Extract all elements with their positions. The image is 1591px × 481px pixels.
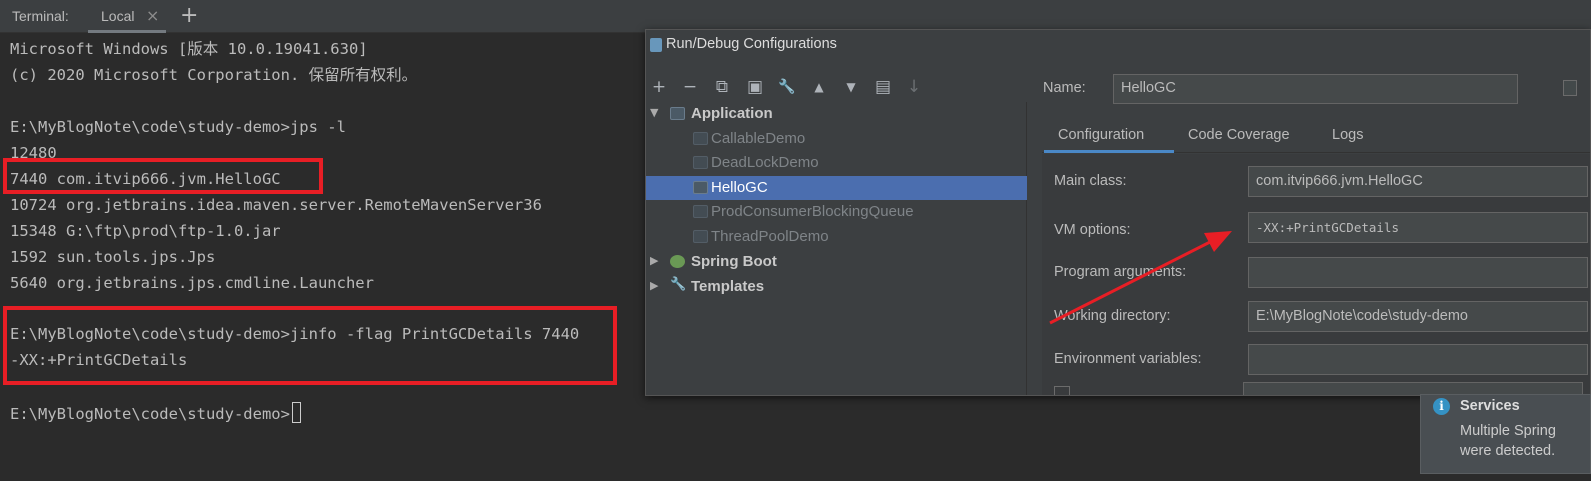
tree-item[interactable]: CallableDemo — [646, 127, 1027, 151]
config-toolbar: + − ⧉ ▣ 🔧 ▲ ▼ ▤ ↓ — [646, 72, 1026, 102]
folder-icon[interactable]: ▤ — [871, 75, 895, 99]
terminal-line: 1592 sun.tools.jps.Jps — [10, 248, 216, 266]
copy-icon[interactable]: ⧉ — [710, 75, 734, 99]
application-icon — [693, 156, 708, 169]
dialog-title: Run/Debug Configurations — [666, 36, 837, 52]
tab-code-coverage[interactable]: Code Coverage — [1188, 118, 1290, 153]
add-terminal-button[interactable]: + — [180, 3, 198, 28]
text-cursor — [291, 402, 301, 423]
close-icon[interactable]: × — [146, 6, 159, 25]
tree-item-label: ThreadPoolDemo — [711, 228, 829, 245]
application-icon — [693, 205, 708, 218]
tree-item-label: HelloGC — [711, 179, 768, 196]
application-icon — [693, 181, 708, 194]
terminal-prompt: E:\MyBlogNote\code\study-demo> — [10, 402, 301, 424]
move-up-icon[interactable]: ▲ — [807, 75, 831, 99]
info-icon: i — [1433, 398, 1450, 415]
move-down-icon[interactable]: ▼ — [839, 75, 863, 99]
notification-title: Services — [1460, 398, 1520, 414]
notification-body: Multiple Spring — [1460, 423, 1556, 439]
terminal-line: (c) 2020 Microsoft Corporation. 保留所有权利。 — [10, 66, 418, 84]
notification-body: were detected. — [1460, 443, 1556, 459]
run-config-icon — [650, 38, 662, 52]
add-icon[interactable]: + — [647, 75, 671, 99]
remove-icon[interactable]: − — [678, 75, 702, 99]
terminal-line: 5640 org.jetbrains.jps.cmdline.Launcher — [10, 274, 374, 292]
application-icon — [693, 230, 708, 243]
main-class-label: Main class: — [1054, 173, 1127, 189]
working-directory-label: Working directory: — [1054, 308, 1171, 324]
working-directory-field[interactable]: E:\MyBlogNote\code\study-demo — [1248, 301, 1588, 332]
checkbox[interactable] — [1054, 386, 1070, 395]
terminal-line: E:\MyBlogNote\code\study-demo>jps -l — [10, 118, 346, 136]
tree-item-selected[interactable]: HelloGC — [646, 176, 1027, 200]
program-arguments-label: Program arguments: — [1054, 264, 1187, 280]
tree-node-templates[interactable]: ▶ 🔧 Templates — [646, 275, 1027, 299]
spring-boot-icon — [670, 255, 685, 268]
highlight-box — [3, 158, 323, 194]
terminal-line: 15348 G:\ftp\prod\ftp-1.0.jar — [10, 222, 281, 240]
tree-item[interactable]: ThreadPoolDemo — [646, 225, 1027, 249]
services-notification[interactable]: i Services Multiple Spring were detected… — [1420, 394, 1591, 474]
tab-local-label: Local — [101, 8, 135, 24]
vm-options-field[interactable]: -XX:+PrintGCDetails — [1248, 212, 1588, 243]
tree-node-label: Templates — [691, 278, 765, 295]
config-tabs: Configuration Code Coverage Logs — [1042, 118, 1590, 153]
config-tree: ▼ Application CallableDemo DeadLockDemo … — [646, 102, 1027, 395]
vm-options-label: VM options: — [1054, 222, 1131, 238]
terminal-label: Terminal: — [12, 8, 69, 24]
collapsed-arrow-icon[interactable]: ▶ — [650, 279, 658, 292]
main-class-field[interactable]: com.itvip666.jvm.HelloGC — [1248, 166, 1588, 197]
wrench-icon[interactable]: 🔧 — [775, 75, 799, 99]
store-as-project-file-checkbox[interactable] — [1563, 80, 1577, 96]
tree-item[interactable]: DeadLockDemo — [646, 151, 1027, 175]
tree-item-label: ProdConsumerBlockingQueue — [711, 203, 914, 220]
name-label: Name: — [1043, 80, 1086, 96]
terminal-prompt-text: E:\MyBlogNote\code\study-demo> — [10, 405, 290, 423]
terminal-line: 10724 org.jetbrains.idea.maven.server.Re… — [10, 196, 542, 214]
name-field[interactable]: HelloGC — [1113, 74, 1518, 104]
tab-local[interactable]: Local × — [88, 0, 166, 33]
environment-variables-field[interactable] — [1248, 344, 1588, 375]
tree-node-application[interactable]: ▼ Application — [646, 102, 1027, 126]
application-icon — [693, 132, 708, 145]
tree-item-label: CallableDemo — [711, 130, 806, 147]
highlight-box — [3, 306, 617, 385]
environment-variables-label: Environment variables: — [1054, 351, 1202, 367]
application-icon — [670, 107, 685, 120]
dialog-title-bar[interactable]: Run/Debug Configurations — [646, 30, 1590, 60]
tab-logs[interactable]: Logs — [1332, 118, 1363, 153]
tree-item-label: DeadLockDemo — [711, 154, 819, 171]
configuration-form: Main class: com.itvip666.jvm.HelloGC VM … — [1042, 154, 1590, 395]
tree-item[interactable]: ProdConsumerBlockingQueue — [646, 200, 1027, 224]
expanded-arrow-icon[interactable]: ▼ — [650, 106, 658, 119]
tree-node-spring-boot[interactable]: ▶ Spring Boot — [646, 250, 1027, 274]
tree-node-label: Spring Boot — [691, 253, 777, 270]
config-detail-panel: Name: HelloGC Configuration Code Coverag… — [1028, 60, 1590, 395]
tree-node-label: Application — [691, 105, 773, 122]
sort-icon[interactable]: ↓ — [902, 75, 926, 99]
tab-configuration[interactable]: Configuration — [1044, 118, 1174, 153]
save-icon[interactable]: ▣ — [743, 75, 767, 99]
terminal-line: Microsoft Windows [版本 10.0.19041.630] — [10, 40, 368, 58]
collapsed-arrow-icon[interactable]: ▶ — [650, 254, 658, 267]
wrench-icon: 🔧 — [670, 277, 687, 292]
program-arguments-field[interactable] — [1248, 257, 1588, 288]
run-debug-configurations-dialog: Run/Debug Configurations + − ⧉ ▣ 🔧 ▲ ▼ ▤… — [645, 29, 1591, 396]
